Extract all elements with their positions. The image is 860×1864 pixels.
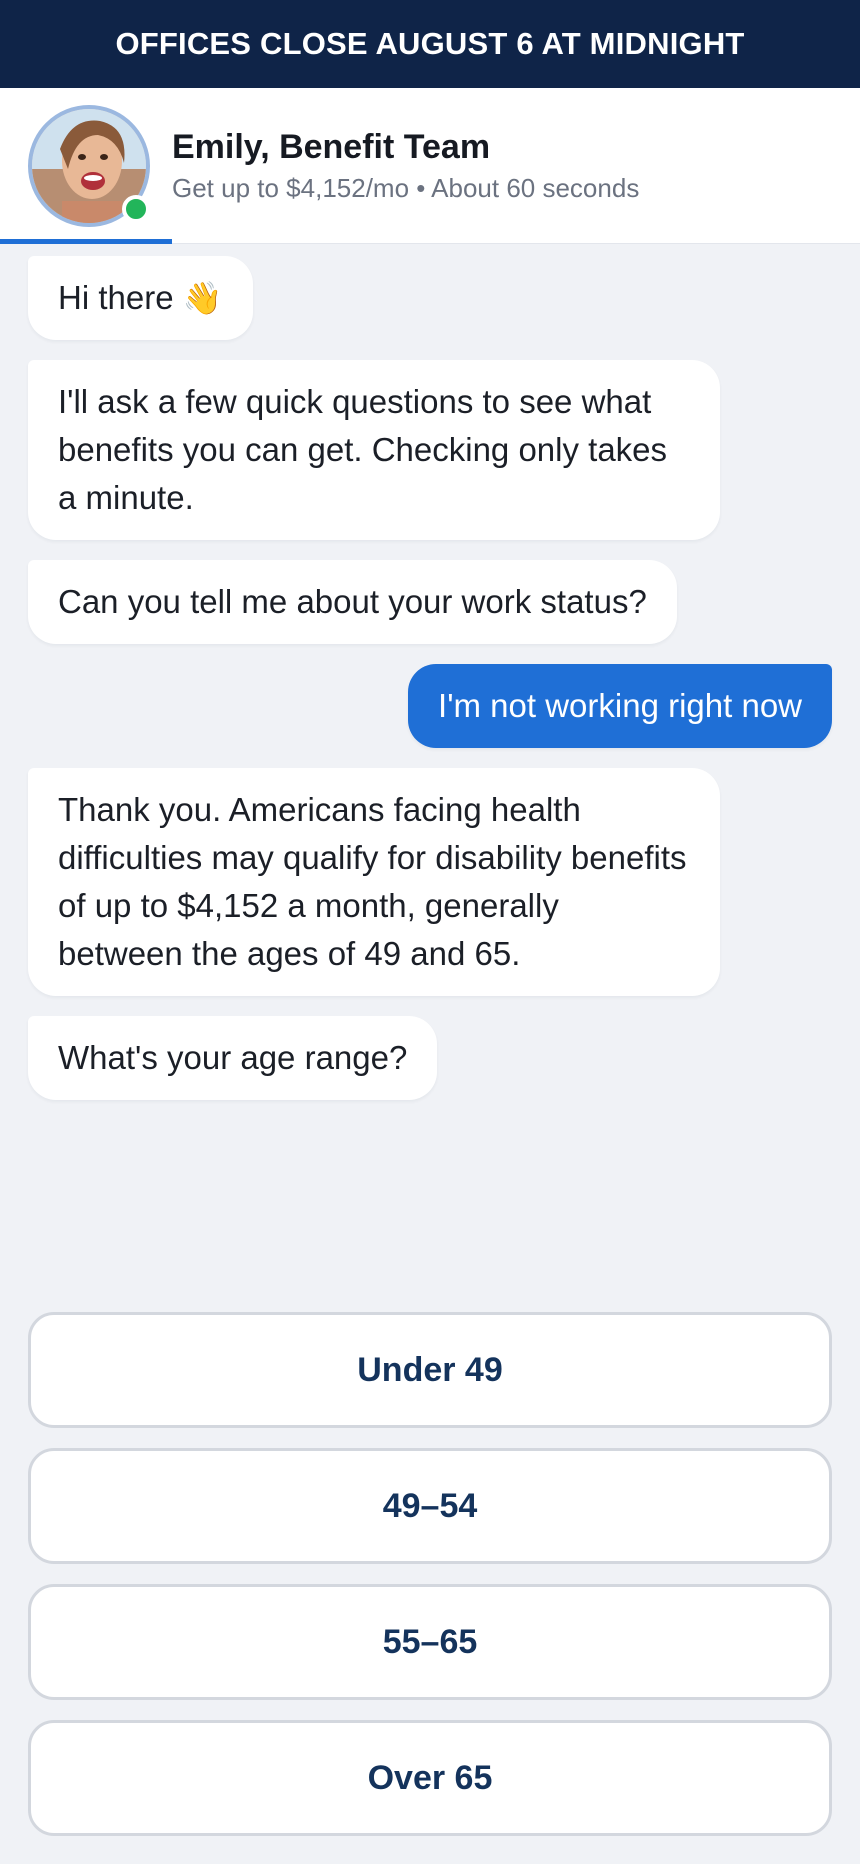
agent-avatar-container	[28, 104, 150, 227]
agent-message: Thank you. Americans facing health diffi…	[28, 768, 720, 996]
banner-text: OFFICES CLOSE AUGUST 6 AT MIDNIGHT	[115, 26, 745, 61]
message-text: Hi there	[58, 279, 174, 316]
online-status-indicator	[122, 194, 150, 223]
message-row: Hi there 👋	[28, 256, 832, 340]
message-text: Thank you. Americans facing health diffi…	[58, 791, 687, 972]
agent-name: Emily, Benefit Team	[172, 127, 491, 166]
user-message: I'm not working right now	[408, 664, 832, 748]
option-under-49-button[interactable]: Under 49	[28, 1312, 832, 1428]
message-text: I'll ask a few quick questions to see wh…	[58, 383, 668, 516]
option-49-54-button[interactable]: 49–54	[28, 1448, 832, 1564]
announcement-banner: OFFICES CLOSE AUGUST 6 AT MIDNIGHT	[0, 0, 860, 88]
option-over-65-button[interactable]: Over 65	[28, 1720, 832, 1836]
message-row: Can you tell me about your work status?	[28, 560, 832, 644]
agent-message: What's your age range?	[28, 1016, 438, 1100]
message-row: Thank you. Americans facing health diffi…	[28, 768, 832, 996]
chat-thread: Hi there 👋 I'll ask a few quick question…	[0, 244, 860, 1100]
agent-info: Emily, Benefit Team Get up to $4,152/mo …	[172, 126, 639, 206]
message-text: Can you tell me about your work status?	[58, 583, 647, 620]
agent-message: Can you tell me about your work status?	[28, 560, 677, 644]
message-text: What's your age range?	[58, 1039, 408, 1076]
message-text: I'm not working right now	[438, 687, 802, 724]
agent-subtitle: Get up to $4,152/mo • About 60 seconds	[172, 172, 640, 203]
chat-header: Emily, Benefit Team Get up to $4,152/mo …	[0, 88, 860, 244]
waving-hand-icon: 👋	[182, 279, 223, 317]
agent-message: I'll ask a few quick questions to see wh…	[28, 360, 720, 540]
answer-options: Under 49 49–54 55–65 Over 65	[28, 1312, 832, 1856]
agent-message: Hi there 👋	[28, 256, 253, 340]
option-55-65-button[interactable]: 55–65	[28, 1584, 832, 1700]
message-row: I'll ask a few quick questions to see wh…	[28, 360, 832, 540]
message-row: What's your age range?	[28, 1016, 832, 1100]
message-row: I'm not working right now	[28, 664, 832, 748]
